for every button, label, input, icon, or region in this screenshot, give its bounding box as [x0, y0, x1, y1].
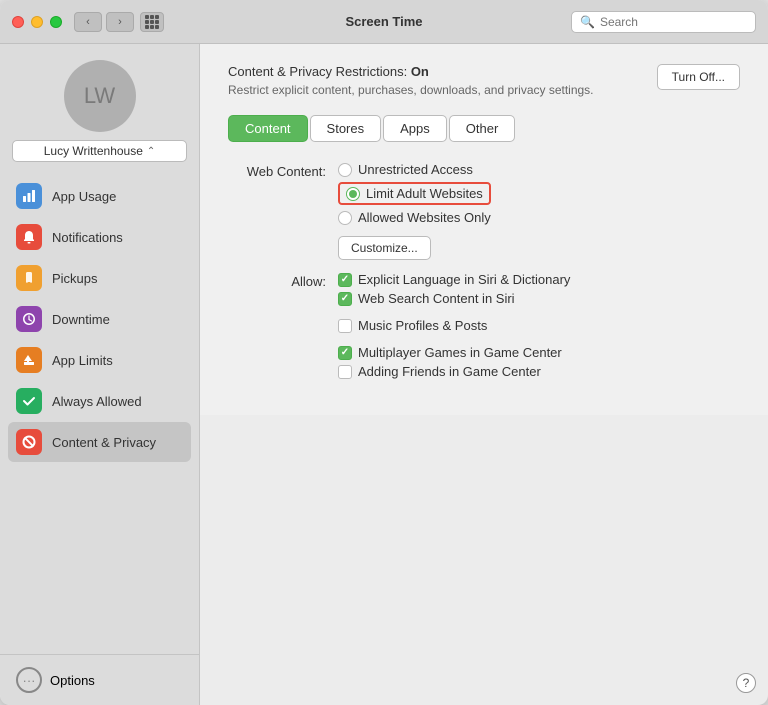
sidebar-item-app-usage[interactable]: App Usage — [8, 176, 191, 216]
allow-label-multiplayer-games: Multiplayer Games in Game Center — [358, 345, 562, 360]
main-wrapper: Turn Off... Content & Privacy Restrictio… — [200, 44, 768, 705]
sidebar-label-app-usage: App Usage — [52, 189, 116, 204]
app-usage-icon — [16, 183, 42, 209]
allow-label-adding-friends: Adding Friends in Game Center — [358, 364, 541, 379]
allow-row-multiplayer-games[interactable]: Multiplayer Games in Game Center — [338, 345, 740, 360]
allow-section: Allow: Explicit Language in Siri & Dicti… — [228, 272, 740, 383]
main-content: Turn Off... Content & Privacy Restrictio… — [200, 44, 768, 415]
radio-label-limit-adult: Limit Adult Websites — [366, 186, 483, 201]
content-privacy-icon — [16, 429, 42, 455]
checkbox-music-profiles[interactable] — [338, 319, 352, 333]
options-icon: ··· — [16, 667, 42, 693]
allow-label-web-search: Web Search Content in Siri — [358, 291, 515, 306]
radio-circle-limit-adult — [346, 187, 360, 201]
turn-off-button[interactable]: Turn Off... — [657, 64, 740, 90]
allow-row-web-search[interactable]: Web Search Content in Siri — [338, 291, 740, 306]
restrictions-status: On — [411, 64, 429, 79]
main-window: ‹ › Screen Time 🔍 LW Lucy Writtenhouse ⌃ — [0, 0, 768, 705]
sidebar-item-downtime[interactable]: Downtime — [8, 299, 191, 339]
allow-label-explicit-language: Explicit Language in Siri & Dictionary — [358, 272, 570, 287]
allow-items: Explicit Language in Siri & Dictionary W… — [338, 272, 740, 383]
web-content-options: Unrestricted Access Limit Adult Websites — [338, 162, 740, 260]
close-button[interactable] — [12, 16, 24, 28]
search-box[interactable]: 🔍 — [571, 11, 756, 33]
tab-stores[interactable]: Stores — [310, 115, 382, 142]
radio-unrestricted[interactable]: Unrestricted Access — [338, 162, 740, 177]
avatar: LW — [64, 60, 136, 132]
sidebar-label-pickups: Pickups — [52, 271, 98, 286]
radio-label-allowed-only: Allowed Websites Only — [358, 210, 491, 225]
user-section: LW Lucy Writtenhouse ⌃ — [0, 60, 199, 162]
sidebar-label-app-limits: App Limits — [52, 353, 113, 368]
radio-circle-unrestricted — [338, 163, 352, 177]
sidebar-label-notifications: Notifications — [52, 230, 123, 245]
sidebar-label-downtime: Downtime — [52, 312, 110, 327]
titlebar: ‹ › Screen Time 🔍 — [0, 0, 768, 44]
search-input[interactable] — [600, 15, 747, 29]
always-allowed-icon — [16, 388, 42, 414]
app-limits-icon — [16, 347, 42, 373]
checkbox-adding-friends[interactable] — [338, 365, 352, 379]
sidebar-item-content-privacy[interactable]: Content & Privacy — [8, 422, 191, 462]
minimize-button[interactable] — [31, 16, 43, 28]
forward-button[interactable]: › — [106, 12, 134, 32]
pickups-icon — [16, 265, 42, 291]
user-selector[interactable]: Lucy Writtenhouse ⌃ — [12, 140, 187, 162]
allow-label: Allow: — [228, 272, 338, 289]
sidebar-item-pickups[interactable]: Pickups — [8, 258, 191, 298]
tab-content[interactable]: Content — [228, 115, 308, 142]
tab-apps[interactable]: Apps — [383, 115, 447, 142]
restrictions-header: Turn Off... Content & Privacy Restrictio… — [228, 64, 740, 97]
checkbox-multiplayer-games[interactable] — [338, 346, 352, 360]
radio-limit-adult[interactable]: Limit Adult Websites — [338, 182, 740, 205]
nav-buttons: ‹ › — [74, 12, 134, 32]
highlight-box: Limit Adult Websites — [338, 182, 491, 205]
sidebar-label-always-allowed: Always Allowed — [52, 394, 142, 409]
web-content-section: Web Content: Unrestricted Access Limi — [228, 162, 740, 260]
help-button[interactable]: ? — [736, 673, 756, 693]
sidebar-nav: App Usage Notifications — [0, 176, 199, 654]
web-content-label: Web Content: — [228, 162, 338, 179]
radio-allowed-only[interactable]: Allowed Websites Only — [338, 210, 740, 225]
allow-row-explicit-language[interactable]: Explicit Language in Siri & Dictionary — [338, 272, 740, 287]
sidebar: LW Lucy Writtenhouse ⌃ App Usage — [0, 44, 200, 705]
allow-label-music-profiles: Music Profiles & Posts — [358, 318, 487, 333]
user-name: Lucy Writtenhouse — [44, 144, 143, 158]
sidebar-item-app-limits[interactable]: App Limits — [8, 340, 191, 380]
allow-row-music-profiles[interactable]: Music Profiles & Posts — [338, 318, 740, 333]
customize-button[interactable]: Customize... — [338, 236, 431, 260]
back-button[interactable]: ‹ — [74, 12, 102, 32]
radio-circle-allowed-only — [338, 211, 352, 225]
sidebar-footer-options[interactable]: ··· Options — [0, 654, 199, 705]
sidebar-item-always-allowed[interactable]: Always Allowed — [8, 381, 191, 421]
grid-button[interactable] — [140, 12, 164, 32]
allow-row-adding-friends[interactable]: Adding Friends in Game Center — [338, 364, 740, 379]
options-label: Options — [50, 673, 95, 688]
chevron-down-icon: ⌃ — [147, 146, 155, 157]
tab-other[interactable]: Other — [449, 115, 516, 142]
traffic-lights — [12, 16, 62, 28]
sidebar-label-content-privacy: Content & Privacy — [52, 435, 156, 450]
checkbox-web-search[interactable] — [338, 292, 352, 306]
downtime-icon — [16, 306, 42, 332]
window-title: Screen Time — [345, 14, 422, 29]
maximize-button[interactable] — [50, 16, 62, 28]
radio-inner-limit-adult — [349, 190, 357, 198]
tabs-row: Content Stores Apps Other — [228, 115, 740, 142]
content-area: LW Lucy Writtenhouse ⌃ App Usage — [0, 44, 768, 705]
radio-label-unrestricted: Unrestricted Access — [358, 162, 473, 177]
notifications-icon — [16, 224, 42, 250]
sidebar-item-notifications[interactable]: Notifications — [8, 217, 191, 257]
checkbox-explicit-language[interactable] — [338, 273, 352, 287]
search-icon: 🔍 — [580, 15, 595, 29]
